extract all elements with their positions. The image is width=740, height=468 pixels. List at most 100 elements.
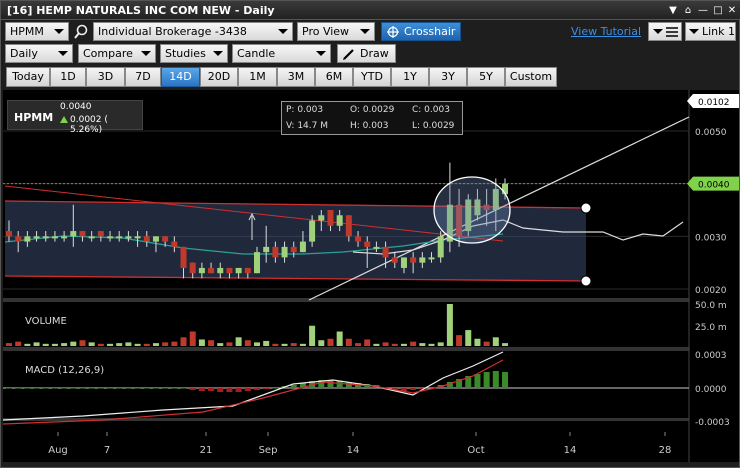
chevron-down-icon (58, 51, 68, 56)
candle-body (61, 236, 68, 239)
quote-change: 0.0002 ( 5.26%) (70, 115, 108, 135)
volume-bar (345, 338, 352, 346)
studies-dropdown[interactable]: Studies (160, 44, 228, 63)
candle-body (217, 267, 224, 274)
info-h: H: 0.003 (350, 121, 389, 131)
title-bar: [16] HEMP NATURALS INC COM NEW - Daily ▼… (1, 1, 740, 20)
volume-bar (309, 325, 316, 346)
volume-bar (373, 343, 380, 346)
macd-histogram-bar (217, 388, 224, 392)
candle-body (208, 267, 215, 274)
macd-histogram-bar (336, 381, 343, 388)
volume-bar (400, 343, 407, 346)
volume-bar (456, 335, 463, 346)
macd-histogram-bar (290, 385, 297, 388)
candle-body (355, 236, 362, 242)
view-tutorial-link[interactable]: View Tutorial (571, 25, 641, 38)
close-icon[interactable]: ✕ (725, 4, 739, 17)
x-tick-label: Sep (259, 445, 278, 456)
list-menu-button[interactable] (648, 22, 682, 41)
chart-type-dropdown[interactable]: Candle (232, 44, 331, 63)
candle-body (345, 215, 352, 237)
macd-histogram-bar (70, 388, 77, 389)
macd-histogram-bar (410, 388, 417, 390)
crosshair-button[interactable]: Crosshair (381, 22, 461, 41)
range-tab-1y[interactable]: 1Y (391, 67, 429, 87)
macd-histogram-bar (88, 388, 95, 389)
period-dropdown[interactable]: Daily (5, 44, 73, 63)
chevron-down-icon (316, 51, 326, 56)
compare-dropdown[interactable]: Compare (78, 44, 156, 63)
view-value: Pro View (302, 25, 350, 38)
x-tick-label: 7 (104, 445, 110, 456)
range-tab-1m[interactable]: 1M (238, 67, 277, 87)
volume-bar (33, 342, 40, 346)
range-tab-14d[interactable]: 14D (161, 67, 200, 87)
chevron-down-icon (278, 29, 288, 34)
draw-button[interactable]: Draw (337, 44, 396, 63)
volume-bar (180, 337, 187, 346)
search-icon[interactable] (73, 24, 89, 40)
range-tab-3d[interactable]: 3D (86, 67, 125, 87)
range-tab-6m[interactable]: 6M (315, 67, 353, 87)
range-tab-today[interactable]: Today (6, 67, 50, 87)
candle-body (189, 262, 196, 274)
macd-histogram-bar (152, 388, 159, 389)
macd-histogram-bar (134, 388, 141, 389)
candle-body (24, 236, 31, 242)
range-tab-3m[interactable]: 3M (277, 67, 315, 87)
volume-bar (281, 343, 288, 346)
range-tab-5y[interactable]: 5Y (467, 67, 505, 87)
channel-handle (580, 275, 592, 287)
x-tick-label: 21 (200, 445, 213, 456)
chevron-down-icon (141, 51, 151, 56)
chevron-down-icon (360, 29, 370, 34)
chart-area[interactable]: 0.0050 0.0030 0.0020 0.0102 0.0040 VOLUME 50.0… (2, 90, 739, 462)
minimize-icon[interactable]: — (696, 4, 710, 17)
info-v: V: 14.7 M (286, 121, 328, 131)
volume-bar (254, 342, 260, 346)
range-tab-3y[interactable]: 3Y (429, 67, 467, 87)
macd-histogram-bar (208, 388, 215, 391)
account-dropdown[interactable]: Individual Brokerage -3438 (93, 22, 293, 41)
candle-body (15, 236, 22, 242)
range-tabs: Today 1D 3D 7D 14D 20D 1M 3M 6M YTD 1Y 3Y 5Y Custom (1, 67, 740, 89)
volume-bar (272, 343, 279, 346)
view-dropdown[interactable]: Pro View (297, 22, 375, 41)
toolbar-row-1: HPMM Individual Brokerage -3438 Pro View… (1, 22, 740, 44)
range-tab-20d[interactable]: 20D (200, 67, 238, 87)
candle-body (42, 236, 49, 239)
candle-body (244, 267, 251, 274)
chart-svg[interactable]: 0.0050 0.0030 0.0020 0.0102 0.0040 VOLUME 50.0… (2, 90, 739, 462)
candle-body (410, 257, 417, 263)
range-tab-7d[interactable]: 7D (125, 67, 161, 87)
compare-label: Compare (83, 47, 133, 60)
macd-histogram-bar (33, 388, 40, 389)
volume-bar (24, 343, 31, 346)
macd-histogram-bar (61, 388, 68, 389)
volume-bar (116, 343, 123, 346)
candle-body (419, 257, 426, 263)
candle-body (88, 236, 95, 239)
link-group-dropdown[interactable]: Link 1 (685, 22, 736, 41)
home-icon[interactable]: ⌂ (681, 4, 695, 17)
candle-body (400, 257, 407, 268)
volume-bar (61, 343, 68, 346)
macd-histogram-bar (51, 388, 58, 389)
range-tab-custom[interactable]: Custom (505, 67, 557, 87)
candle-body (391, 257, 398, 263)
range-tab-ytd[interactable]: YTD (353, 67, 391, 87)
volume-bar (465, 330, 472, 346)
volume-bar (327, 338, 334, 346)
menu-icon[interactable]: ▼ (666, 4, 680, 17)
volume-bar (6, 343, 12, 346)
chart-type-value: Candle (237, 47, 276, 60)
symbol-dropdown[interactable]: HPMM (5, 22, 69, 41)
volume-tick-label: 25.0 m (695, 323, 727, 333)
maximize-icon[interactable]: □ (711, 4, 725, 17)
macd-histogram-bar (162, 388, 169, 389)
range-tab-1d[interactable]: 1D (50, 67, 86, 87)
candle-body (33, 236, 40, 239)
volume-bar (492, 337, 499, 346)
volume-bar (336, 331, 343, 346)
